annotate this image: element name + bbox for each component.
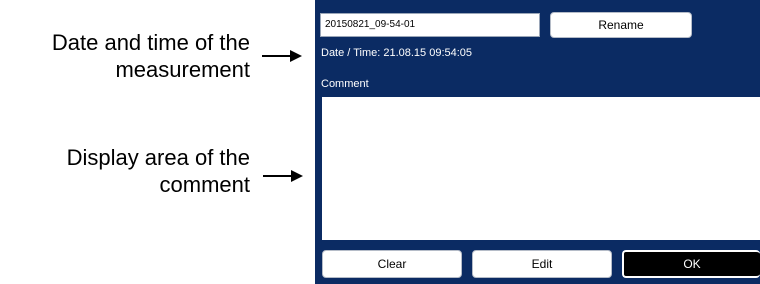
clear-button[interactable]: Clear xyxy=(322,250,462,278)
callout-datetime: Date and time of the measurement xyxy=(52,29,250,83)
comment-display-area xyxy=(322,97,760,240)
callout-datetime-line-2: measurement xyxy=(115,57,250,82)
callout-arrow-datetime xyxy=(262,50,302,62)
rename-button[interactable]: Rename xyxy=(550,12,692,38)
callout-arrow-comment xyxy=(263,170,303,182)
edit-button[interactable]: Edit xyxy=(472,250,612,278)
callout-comment-line-2: comment xyxy=(159,172,250,197)
device-panel: 20150821_09-54-01 Rename Date / Time: 21… xyxy=(315,0,760,284)
callout-datetime-line-1: Date and time of the xyxy=(51,30,250,55)
filename-field[interactable]: 20150821_09-54-01 xyxy=(320,13,540,37)
callout-comment: Display area of the comment xyxy=(67,144,250,198)
measurement-datetime: Date / Time: 21.08.15 09:54:05 xyxy=(321,47,473,59)
ok-button[interactable]: OK xyxy=(622,250,760,278)
callout-comment-line-1: Display area of the xyxy=(66,145,250,170)
comment-label: Comment xyxy=(321,78,369,90)
